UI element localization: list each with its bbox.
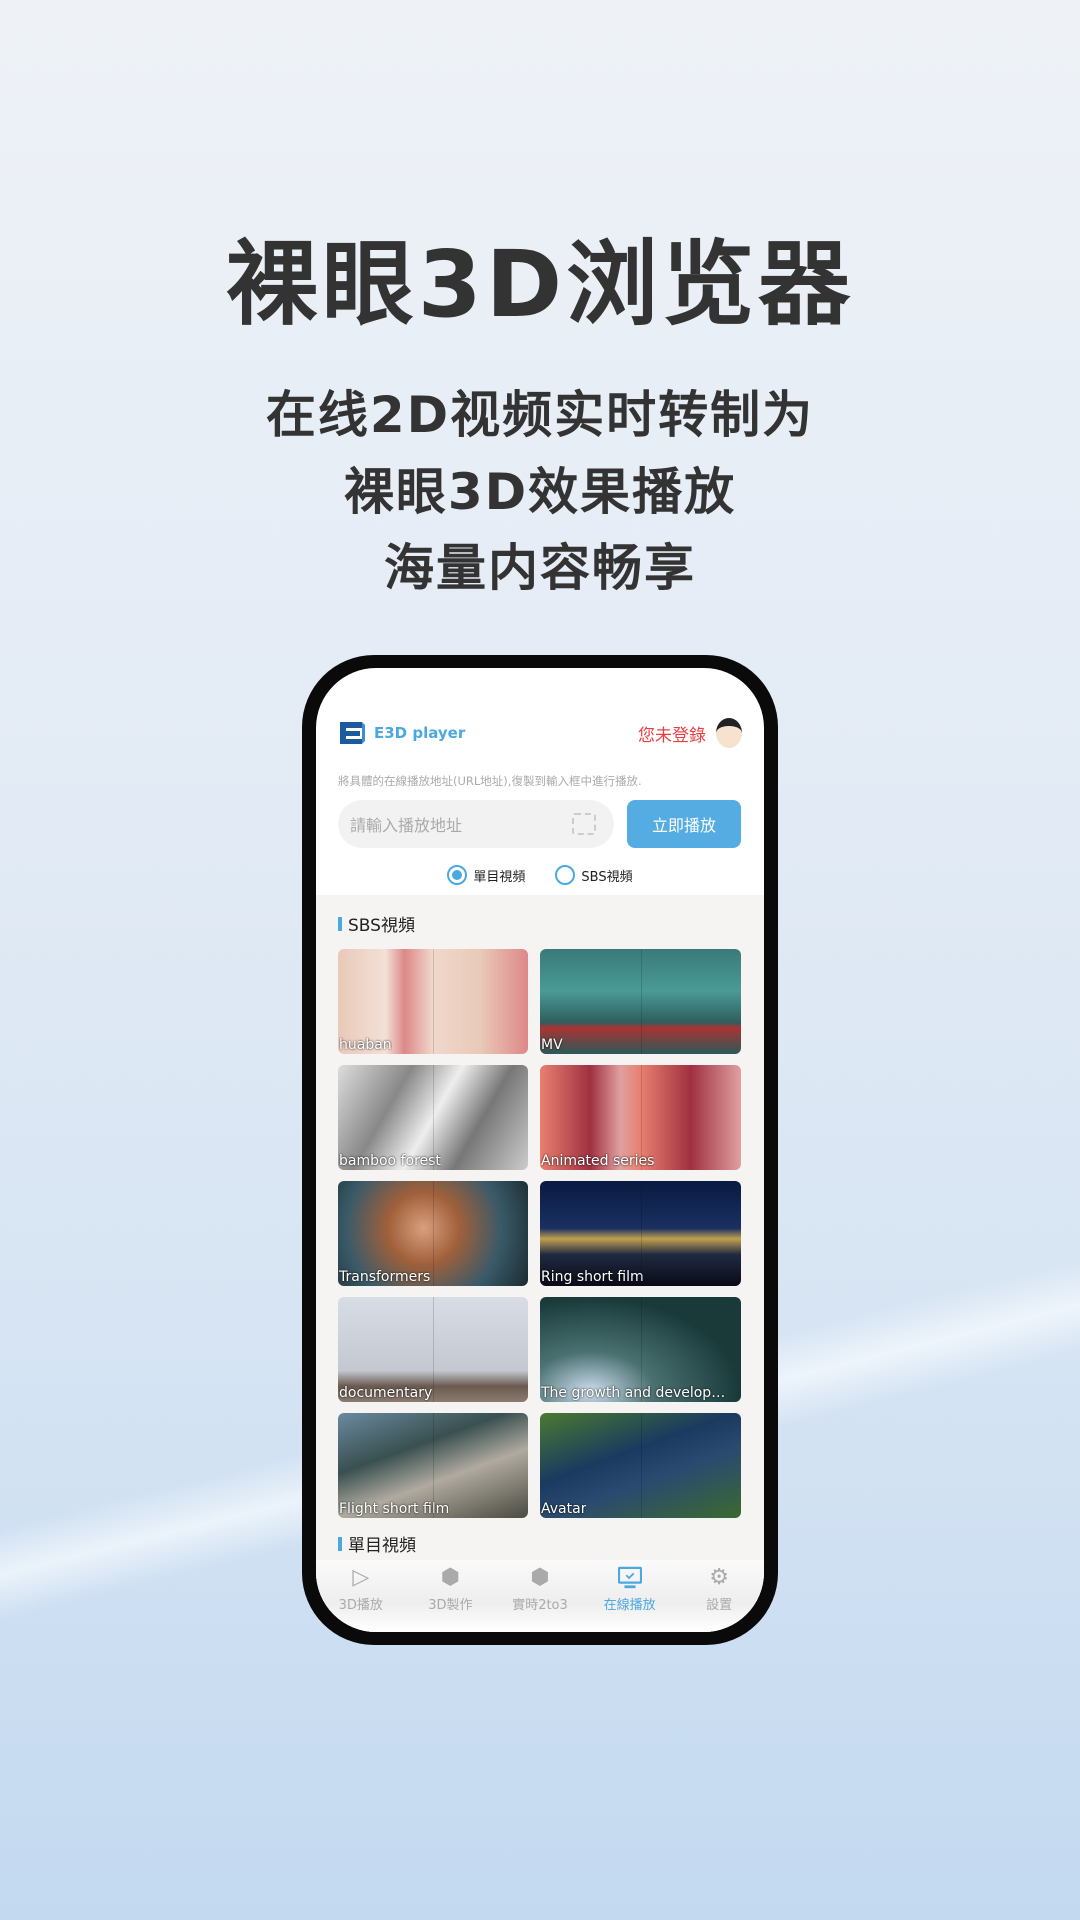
e3d-logo-icon: [340, 722, 365, 744]
radio-checked-icon[interactable]: [447, 865, 468, 885]
radio-label: SBS視頻: [581, 869, 633, 885]
app-name: E3D player: [374, 724, 466, 742]
video-mode-radios: 單目視頻 SBS視頻: [316, 865, 764, 885]
app-header: E3D player 您未登錄: [338, 716, 742, 750]
cube-eye-icon: ⬢: [530, 1565, 550, 1590]
section-heading-mono: 單目視頻: [338, 1531, 416, 1556]
video-thumb[interactable]: Animated series: [540, 1065, 741, 1170]
video-thumb[interactable]: Avatar: [540, 1413, 741, 1518]
monitor-check-icon: [617, 1566, 642, 1590]
video-thumb[interactable]: MV: [540, 949, 741, 1054]
video-thumb[interactable]: The growth and developm...: [540, 1297, 741, 1402]
video-thumb[interactable]: bamboo forest: [338, 1065, 528, 1170]
play-now-button[interactable]: 立即播放: [627, 800, 741, 848]
video-thumb[interactable]: documentary: [338, 1297, 528, 1402]
radio-sbs[interactable]: SBS視頻: [555, 865, 633, 885]
promo-line: 裸眼3D效果播放: [343, 463, 737, 521]
url-placeholder: 請輸入播放地址: [350, 816, 463, 835]
play-icon: ▷: [352, 1565, 370, 1590]
login-area[interactable]: 您未登錄: [638, 718, 742, 748]
video-thumb[interactable]: Transformers: [338, 1181, 528, 1286]
scan-icon[interactable]: [572, 813, 596, 835]
promo-line: 海量内容畅享: [384, 539, 696, 597]
promo-title: 裸眼3D浏览器: [225, 231, 855, 338]
app-logo: E3D player: [338, 720, 465, 746]
content-area: SBS視頻 huaban MV bamboo forest Animated s…: [316, 895, 764, 1632]
video-grid: huaban MV bamboo forest Animated series …: [338, 949, 741, 1518]
url-input[interactable]: 請輸入播放地址: [338, 800, 614, 848]
tab-online-play[interactable]: 在線播放: [590, 1560, 670, 1632]
cube-icon: ⬢: [440, 1565, 460, 1590]
tab-3d-play[interactable]: ▷ 3D播放: [321, 1560, 401, 1632]
url-hint: 將具體的在線播放地址(URL地址),復製到輸入框中進行播放.: [338, 774, 642, 788]
avatar[interactable]: [716, 718, 742, 748]
video-thumb[interactable]: huaban: [338, 949, 528, 1054]
gear-icon: ⚙: [709, 1565, 730, 1590]
tab-realtime-2to3[interactable]: ⬢ 實時2to3: [500, 1560, 580, 1632]
tab-3d-make[interactable]: ⬢ 3D製作: [410, 1560, 490, 1632]
phone-screen: E3D player 您未登錄 將具體的在線播放地址(URL地址),復製到輸入框…: [316, 668, 764, 1632]
radio-mono[interactable]: 單目視頻: [447, 865, 525, 885]
video-thumb[interactable]: Flight short film: [338, 1413, 528, 1518]
section-heading-sbs: SBS視頻: [338, 911, 415, 936]
video-thumb[interactable]: Ring short film: [540, 1181, 741, 1286]
login-status[interactable]: 您未登錄: [638, 721, 706, 746]
promo-line: 在线2D视频实时转制为: [265, 386, 815, 444]
tab-settings[interactable]: ⚙ 設置: [679, 1560, 759, 1632]
phone-frame: E3D player 您未登錄 將具體的在線播放地址(URL地址),復製到輸入框…: [302, 655, 778, 1645]
radio-label: 單目視頻: [473, 869, 526, 885]
radio-unchecked-icon[interactable]: [555, 865, 576, 885]
bottom-tab-bar: ▷ 3D播放 ⬢ 3D製作 ⬢ 實時2to3 在線播放 ⚙ 設置: [316, 1560, 764, 1632]
